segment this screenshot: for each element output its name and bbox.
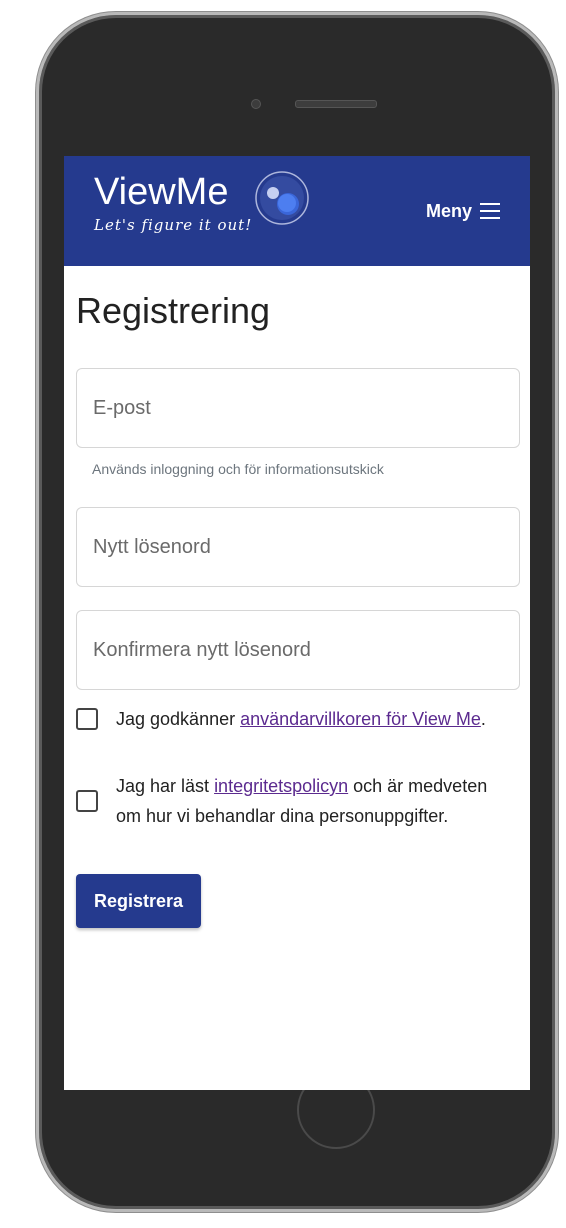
terms-link[interactable]: användarvillkoren för View Me	[240, 709, 481, 729]
terms-checkbox[interactable]	[76, 708, 98, 730]
confirm-password-input[interactable]	[77, 611, 519, 689]
brand-tagline: Let's figure it out!	[94, 216, 253, 234]
privacy-checkbox[interactable]	[76, 790, 98, 812]
camera-icon	[251, 99, 261, 109]
menu-label: Meny	[425, 201, 472, 221]
new-password-input[interactable]	[77, 508, 519, 586]
register-button[interactable]: Registrera	[76, 874, 202, 928]
new-password-field-wrapper	[76, 507, 520, 587]
brand-name: ViewMe	[94, 171, 229, 213]
privacy-policy-link[interactable]: integritetspolicyn	[214, 776, 348, 796]
viewme-logo-icon	[255, 171, 309, 225]
menu-toggle-button[interactable]: Meny	[426, 200, 500, 222]
page-title: Registrering	[76, 290, 271, 331]
privacy-label: Jag har läst integritetspolicyn och är m…	[116, 776, 488, 826]
screen: ViewMe Let's figure it out! Meny Registr…	[64, 156, 530, 1090]
email-help-text: Används inloggning och för informationsu…	[92, 461, 384, 477]
privacy-checkbox-row: Jag har läst integritetspolicyn och är m…	[76, 771, 496, 831]
email-input[interactable]	[77, 369, 519, 447]
confirm-password-field-wrapper	[76, 610, 520, 690]
navbar: ViewMe Let's figure it out! Meny	[64, 156, 530, 266]
email-field-wrapper	[76, 368, 520, 448]
terms-checkbox-row: Jag godkänner användarvillkoren för View…	[76, 704, 496, 734]
speaker-grille	[295, 100, 377, 108]
terms-label: Jag godkänner användarvillkoren för View…	[116, 709, 486, 729]
hamburger-icon	[480, 203, 500, 219]
brand-logo[interactable]: ViewMe Let's figure it out!	[94, 170, 252, 234]
